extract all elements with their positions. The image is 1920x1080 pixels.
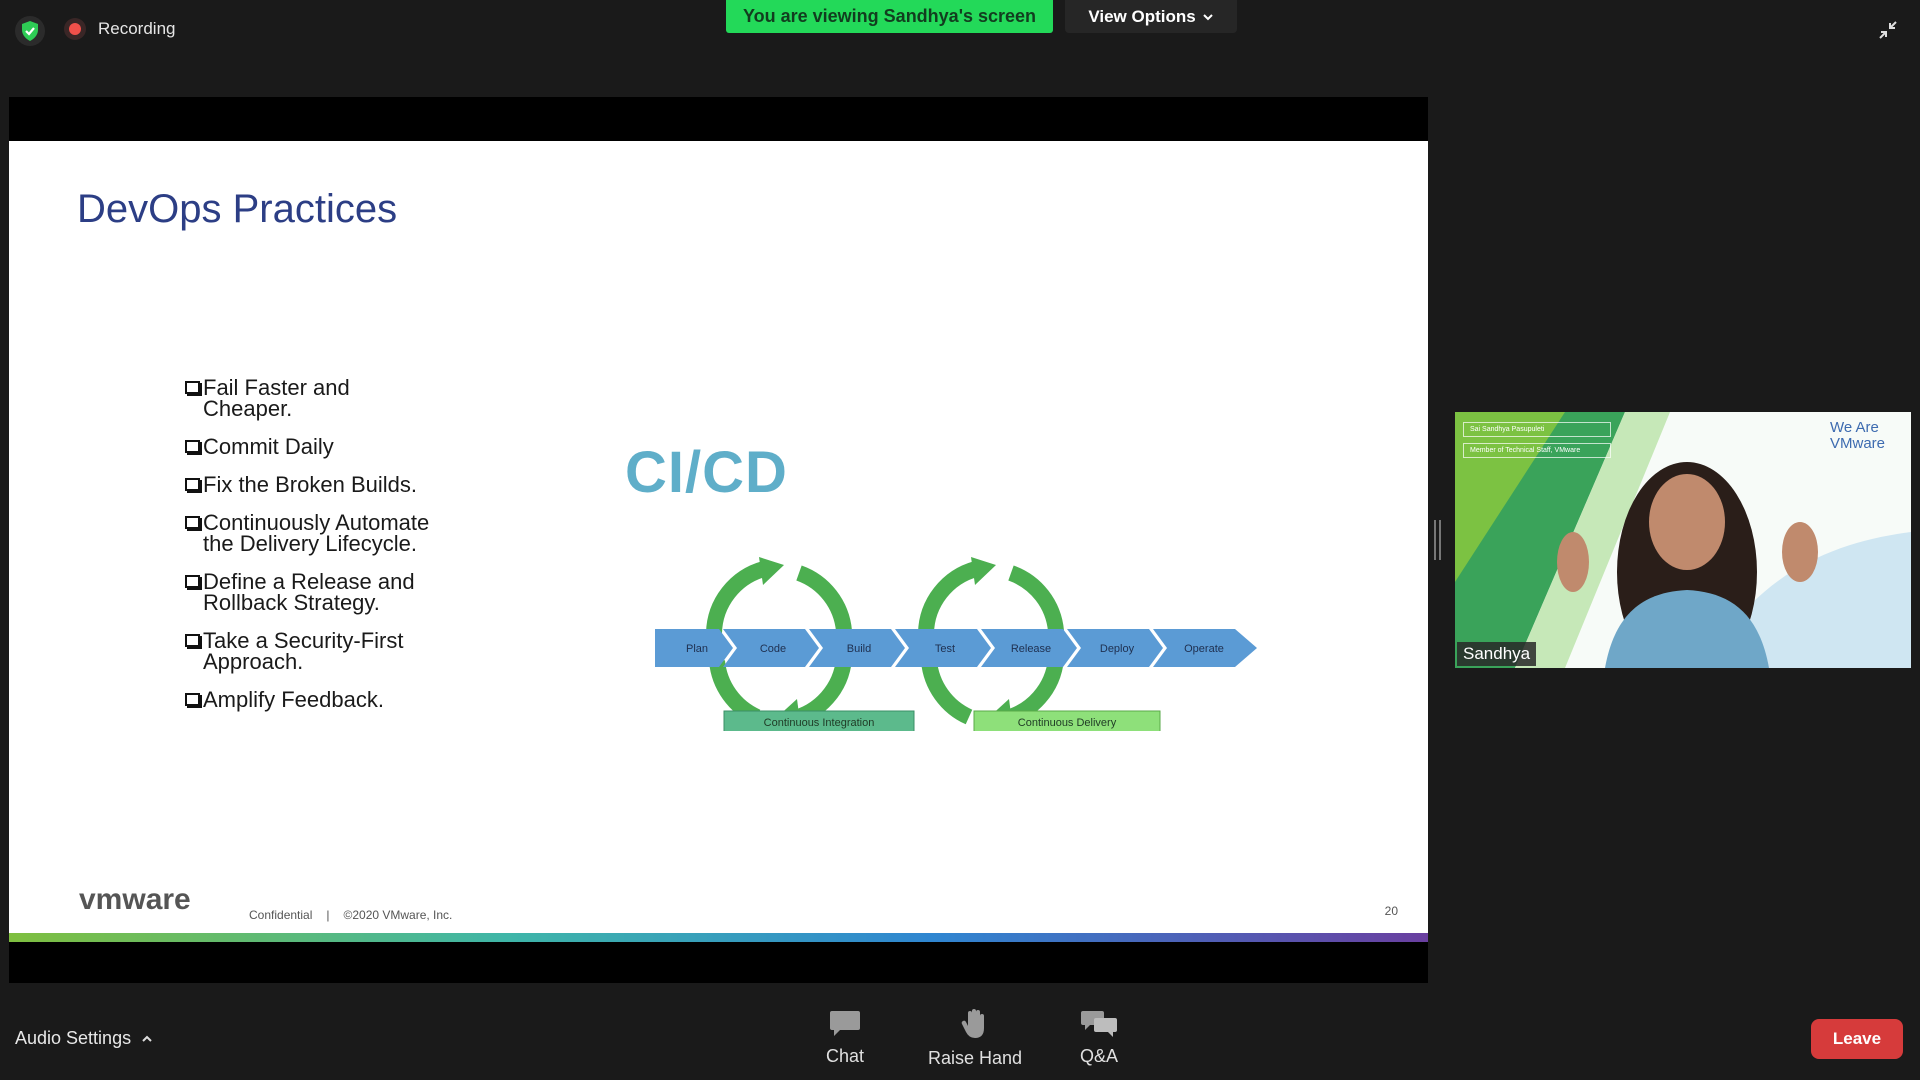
page-number: 20 [1384, 904, 1398, 918]
recording-label: Recording [98, 19, 176, 38]
exit-fullscreen-icon[interactable] [1872, 14, 1904, 46]
bullet-item: Take a Security-First Approach. [185, 630, 445, 673]
bullet-item: Fail Faster and Cheaper. [185, 377, 445, 420]
panel-splitter-handle[interactable] [1433, 520, 1441, 560]
chat-label: Chat [826, 1046, 865, 1066]
view-options-button[interactable]: View Options [1065, 0, 1237, 33]
bullet-list: Fail Faster and Cheaper. Commit Daily Fi… [185, 377, 445, 727]
cicd-diagram: Plan Code Build Test Release Deploy Oper… [655, 557, 1257, 731]
continuous-integration-label: Continuous Integration [764, 717, 875, 729]
viewing-screen-banner: You are viewing Sandhya's screen [726, 0, 1053, 33]
shared-screen: DevOps Practices Fail Faster and Cheaper… [9, 97, 1428, 983]
brand-overlay: We Are VMware [1829, 419, 1885, 452]
audio-settings-label: Audio Settings [15, 1028, 132, 1048]
stage-deploy: Deploy [1100, 643, 1135, 655]
presenter-title: Member of Technical Staff, VMware [1463, 443, 1611, 458]
presenter-name-card: Sai Sandhya Pasupuleti Member of Technic… [1463, 422, 1611, 464]
stage-build: Build [847, 643, 871, 655]
stage-release: Release [1011, 643, 1051, 655]
view-options-label: View Options [1088, 6, 1196, 26]
audio-settings-button[interactable]: Audio Settings [15, 1028, 153, 1049]
participant-name-label: Sandhya [1457, 642, 1537, 666]
bullet-item: Define a Release and Rollback Strategy. [185, 571, 445, 614]
bullet-item: Amplify Feedback. [185, 689, 445, 711]
presenter-full-name: Sai Sandhya Pasupuleti [1463, 422, 1611, 437]
slide-gradient-bar [9, 933, 1428, 942]
stage-plan: Plan [686, 643, 708, 655]
bullet-item: Fix the Broken Builds. [185, 474, 445, 496]
stage-code: Code [760, 643, 786, 655]
raise-hand-button[interactable]: Raise Hand [928, 1008, 1022, 1069]
security-shield-icon[interactable] [15, 16, 45, 46]
checkbox-bullet-icon [185, 634, 200, 647]
recording-icon [64, 18, 86, 40]
copyright-label: ©2020 VMware, Inc. [343, 908, 453, 922]
checkbox-bullet-icon [185, 693, 200, 706]
qa-button[interactable]: Q&A [1080, 1008, 1118, 1067]
presentation-slide: DevOps Practices Fail Faster and Cheaper… [9, 141, 1428, 942]
chevron-up-icon [142, 1035, 152, 1042]
chat-icon [830, 1011, 861, 1036]
checkbox-bullet-icon [185, 478, 200, 491]
slide-footer: Confidential | ©2020 VMware, Inc. [249, 908, 452, 922]
stage-chevrons [655, 629, 1257, 667]
footer-separator: | [326, 908, 330, 922]
continuous-delivery-label: Continuous Delivery [1018, 717, 1117, 729]
slide-title: DevOps Practices [77, 187, 398, 231]
raise-hand-label: Raise Hand [928, 1048, 1023, 1068]
bullet-item: Commit Daily [185, 436, 445, 458]
svg-text:vmware: vmware [79, 883, 191, 916]
chat-button[interactable]: Chat [826, 1008, 864, 1067]
checkbox-bullet-icon [185, 575, 200, 588]
checkbox-bullet-icon [185, 381, 200, 394]
vmware-logo: vmware [79, 883, 191, 916]
checkbox-bullet-icon [185, 516, 200, 529]
recording-indicator[interactable]: Recording [64, 18, 176, 40]
leave-button[interactable]: Leave [1811, 1019, 1903, 1059]
qa-icon [1081, 1011, 1117, 1037]
qa-label: Q&A [1080, 1046, 1119, 1066]
raise-hand-icon [961, 1009, 985, 1038]
bullet-item: Continuously Automate the Delivery Lifec… [185, 512, 445, 555]
confidential-label: Confidential [249, 908, 313, 922]
stage-test: Test [935, 643, 955, 655]
stage-operate: Operate [1184, 643, 1224, 655]
chevron-down-icon [1202, 13, 1213, 20]
checkbox-bullet-icon [185, 440, 200, 453]
presenter-video[interactable]: Sai Sandhya Pasupuleti Member of Technic… [1455, 412, 1911, 668]
